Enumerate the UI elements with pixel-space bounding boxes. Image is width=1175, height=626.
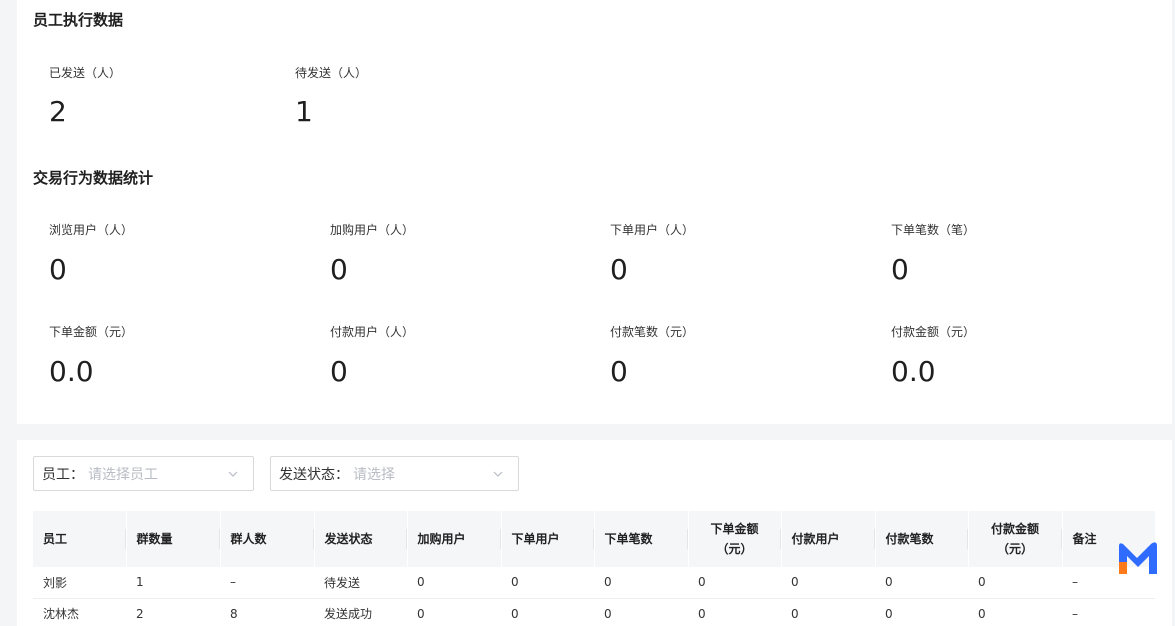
table-cell: 0: [875, 567, 968, 599]
send-status-select-label: 发送状态：: [279, 466, 349, 483]
col-header: 发送状态: [314, 511, 408, 567]
table-cell: 0: [407, 567, 501, 599]
browse-users-label: 浏览用户（人）: [49, 223, 134, 237]
chevron-down-icon: [493, 471, 503, 477]
table-cell: 刘影: [33, 567, 126, 599]
trade-section-title: 交易行为数据统计: [33, 169, 154, 187]
summary-card: 员工执行数据 已发送（人） 2 待发送（人） 1 交易行为数据统计 浏览用户（人…: [17, 0, 1172, 424]
order-count-value: 0: [891, 253, 909, 286]
table-cell: 0: [875, 598, 968, 626]
cart-users-value: 0: [330, 253, 348, 286]
detail-card: 员工： 请选择员工 发送状态： 请选择 员工 群数量 群人数 发送状态 加购用户…: [17, 440, 1172, 626]
table-cell: 8: [220, 598, 314, 626]
table-row: 刘影 1 – 待发送 0 0 0 0 0 0 0 –: [33, 567, 1155, 599]
table-cell: 沈林杰: [33, 598, 126, 626]
paid-count-label: 付款笔数（元）: [610, 325, 695, 339]
table-cell: 待发送: [314, 567, 407, 599]
table-cell: 0: [688, 567, 781, 599]
col-header: 员工: [33, 511, 127, 567]
paid-users-value: 0: [330, 355, 348, 388]
exec-section-title: 员工执行数据: [33, 11, 124, 29]
table-cell: 0: [501, 567, 594, 599]
cart-users-label: 加购用户（人）: [330, 223, 415, 237]
table-cell: –: [1062, 598, 1155, 626]
table-cell: 2: [126, 598, 220, 626]
table-cell: 0: [968, 598, 1062, 626]
col-header: 群人数: [220, 511, 315, 567]
employee-select-placeholder: 请选择员工: [88, 466, 158, 483]
employee-select-label: 员工：: [42, 466, 84, 483]
chevron-down-icon: [228, 471, 238, 477]
order-users-value: 0: [610, 253, 628, 286]
order-users-label: 下单用户（人）: [610, 223, 695, 237]
col-header: 付款金额（元）: [968, 511, 1063, 567]
send-status-select[interactable]: 发送状态： 请选择: [270, 456, 519, 491]
paid-amount-value: 0.0: [891, 355, 936, 388]
table-cell: 0: [594, 598, 688, 626]
table-cell: 0: [407, 598, 501, 626]
table-cell: 1: [126, 567, 220, 599]
employee-select[interactable]: 员工： 请选择员工: [33, 456, 254, 491]
col-header: 下单用户: [501, 511, 595, 567]
order-amount-label: 下单金额（元）: [49, 325, 134, 339]
send-status-select-placeholder: 请选择: [353, 466, 395, 483]
table-cell: 0: [594, 567, 688, 599]
col-header: 付款用户: [781, 511, 876, 567]
sent-value: 2: [49, 95, 67, 128]
sent-label: 已发送（人）: [49, 66, 122, 80]
table-cell: 0: [968, 567, 1062, 599]
col-header: 群数量: [126, 511, 221, 567]
paid-amount-label: 付款金额（元）: [891, 325, 976, 339]
col-header: 加购用户: [407, 511, 502, 567]
table-cell: 0: [781, 598, 875, 626]
pending-label: 待发送（人）: [295, 66, 368, 80]
browse-users-value: 0: [49, 253, 67, 286]
pending-value: 1: [295, 95, 313, 128]
table-cell: –: [220, 567, 314, 599]
col-header: 下单笔数: [594, 511, 689, 567]
col-header: 下单金额（元）: [688, 511, 782, 567]
table-row: 沈林杰 2 8 发送成功 0 0 0 0 0 0 0 –: [33, 598, 1155, 626]
table-cell: 0: [501, 598, 594, 626]
employee-data-table: 员工 群数量 群人数 发送状态 加购用户 下单用户 下单笔数 下单金额（元） 付…: [33, 511, 1156, 626]
table-cell: 0: [688, 598, 781, 626]
table-header-row: 员工 群数量 群人数 发送状态 加购用户 下单用户 下单笔数 下单金额（元） 付…: [33, 511, 1156, 567]
table-cell: 发送成功: [314, 598, 407, 626]
order-amount-value: 0.0: [49, 355, 94, 388]
paid-count-value: 0: [610, 355, 628, 388]
col-header: 付款笔数: [875, 511, 969, 567]
order-count-label: 下单笔数（笔）: [891, 223, 976, 237]
paid-users-label: 付款用户（人）: [330, 325, 415, 339]
brand-m-logo-icon[interactable]: [1117, 540, 1159, 576]
table-cell: 0: [781, 567, 875, 599]
